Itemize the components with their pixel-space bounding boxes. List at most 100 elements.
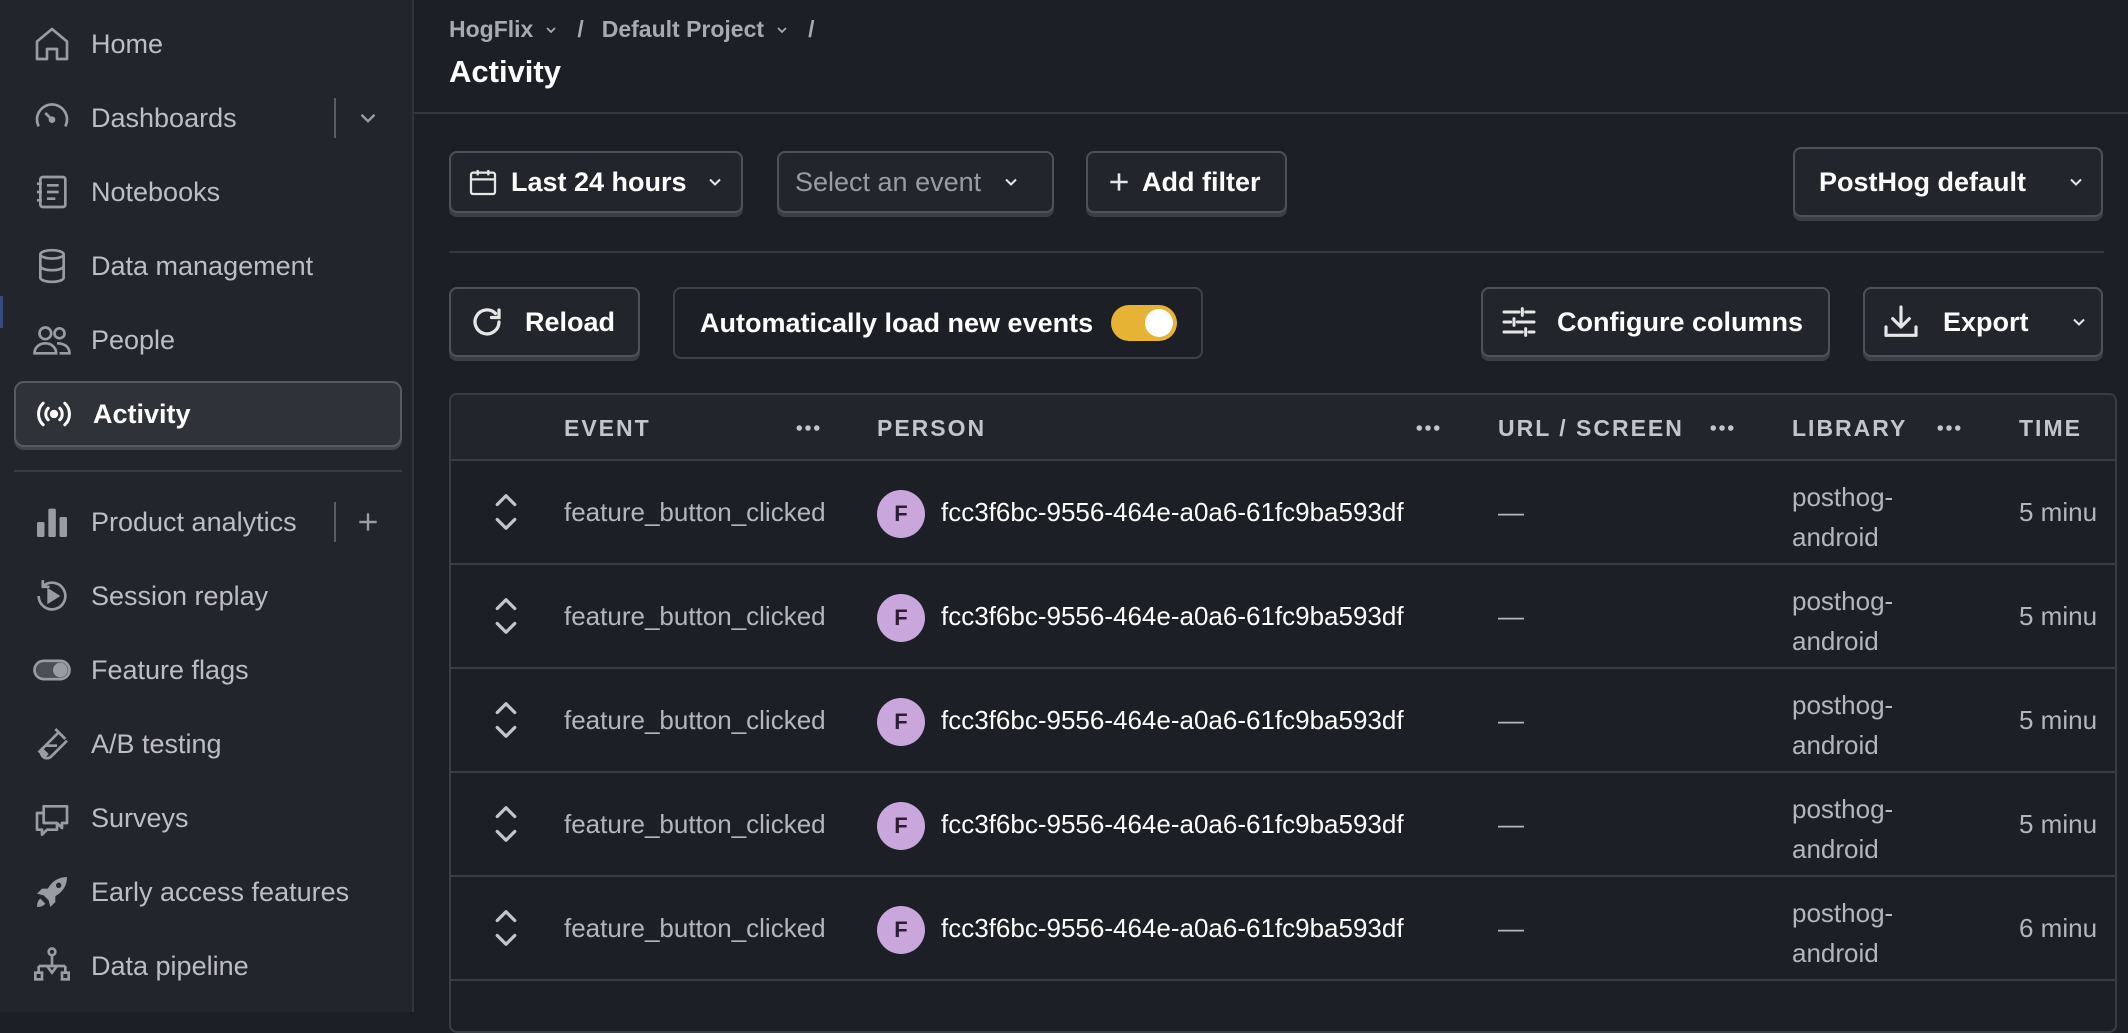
- auto-load-toggle[interactable]: Automatically load new events: [673, 287, 1203, 359]
- avatar: F: [877, 490, 925, 538]
- sidebar-item-notebooks[interactable]: Notebooks: [14, 159, 402, 225]
- column-header-url-screen[interactable]: URL / SCREEN: [1498, 395, 1684, 461]
- column-header-time[interactable]: TIME: [2019, 395, 2082, 461]
- column-header-library[interactable]: LIBRARY: [1792, 395, 1907, 461]
- activity-broadcast-icon: [30, 390, 78, 438]
- table-row[interactable]: feature_button_clicked F fcc3f6bc-9556-4…: [451, 773, 2115, 877]
- event-time: 5 minu: [2019, 809, 2098, 839]
- expand-row-icon[interactable]: [491, 905, 521, 951]
- reload-button[interactable]: Reload: [449, 287, 640, 357]
- event-time: 5 minu: [2019, 601, 2098, 631]
- sidebar-item-early-access[interactable]: Early access features: [14, 859, 402, 925]
- dashboards-expand-button[interactable]: [348, 98, 388, 138]
- person-id[interactable]: fcc3f6bc-9556-464e-a0a6-61fc9ba593df: [941, 705, 1404, 736]
- more-icon[interactable]: [1707, 413, 1737, 443]
- sidebar-item-ab-testing[interactable]: A/B testing: [14, 711, 402, 777]
- date-range-button[interactable]: Last 24 hours: [449, 151, 743, 213]
- person-id[interactable]: fcc3f6bc-9556-464e-a0a6-61fc9ba593df: [941, 601, 1404, 632]
- sidebar-item-label: Dashboards: [91, 102, 237, 133]
- sidebar-item-label: Product analytics: [91, 506, 297, 537]
- event-select[interactable]: Select an event: [777, 151, 1054, 213]
- dashboard-gauge-icon: [28, 94, 76, 142]
- expand-row-icon[interactable]: [491, 489, 521, 535]
- url-screen: —: [1498, 809, 1524, 839]
- test-account-filter-button[interactable]: PostHog default: [1793, 147, 2103, 217]
- event-name[interactable]: feature_button_clicked: [564, 705, 826, 736]
- sidebar-item-feature-flags[interactable]: Feature flags: [14, 637, 402, 703]
- auto-load-switch[interactable]: [1111, 305, 1178, 341]
- breadcrumb-org[interactable]: HogFlix: [449, 16, 533, 43]
- sidebar-item-label: A/B testing: [91, 728, 222, 759]
- configure-columns-button[interactable]: Configure columns: [1481, 287, 1830, 357]
- sidebar-item-label: Feature flags: [91, 654, 249, 685]
- expand-row-icon[interactable]: [491, 593, 521, 639]
- library-line: posthog-: [1792, 898, 1894, 928]
- sidebar-divider: [14, 470, 402, 472]
- plus-icon: [1110, 173, 1128, 191]
- event-name[interactable]: feature_button_clicked: [564, 497, 826, 528]
- table-header: EVENT PERSON URL / SCREEN LIBRARY TIME: [451, 395, 2115, 461]
- avatar: F: [877, 698, 925, 746]
- sidebar-item-data-management[interactable]: Data management: [14, 233, 402, 299]
- sidebar: Home Dashboards Notebooks Data managemen…: [0, 0, 414, 1012]
- expand-row-icon[interactable]: [491, 697, 521, 743]
- auto-load-label: Automatically load new events: [700, 307, 1094, 338]
- sidebar-edge-marker: [0, 296, 3, 328]
- library: posthog-android: [1792, 789, 1932, 869]
- home-icon: [28, 20, 76, 68]
- sidebar-item-label: Activity: [93, 398, 191, 429]
- switch-knob: [1145, 309, 1174, 337]
- expand-row-icon[interactable]: [491, 801, 521, 847]
- chevron-down-icon[interactable]: [543, 22, 559, 38]
- person-id[interactable]: fcc3f6bc-9556-464e-a0a6-61fc9ba593df: [941, 497, 1404, 528]
- sidebar-item-label: Home: [91, 28, 164, 59]
- breadcrumb: HogFlix / Default Project /: [449, 16, 832, 43]
- add-filter-label: Add filter: [1142, 166, 1261, 197]
- event-name[interactable]: feature_button_clicked: [564, 601, 826, 632]
- table-row[interactable]: feature_button_clicked F fcc3f6bc-9556-4…: [451, 461, 2115, 565]
- library-line: android: [1792, 522, 1879, 552]
- replay-icon: [28, 572, 76, 620]
- sidebar-item-label: Data management: [91, 250, 314, 281]
- plus-icon: [359, 513, 377, 531]
- library-line: posthog-: [1792, 794, 1894, 824]
- divider: [334, 98, 336, 138]
- event-name[interactable]: feature_button_clicked: [564, 809, 826, 840]
- header-divider: [414, 112, 2128, 114]
- breadcrumb-project[interactable]: Default Project: [602, 16, 764, 43]
- event-name[interactable]: feature_button_clicked: [564, 913, 826, 944]
- sidebar-item-dashboards[interactable]: Dashboards: [14, 85, 402, 151]
- sidebar-item-home[interactable]: Home: [14, 11, 402, 77]
- add-filter-button[interactable]: Add filter: [1086, 151, 1287, 213]
- sliders-icon: [1502, 307, 1536, 337]
- person-id[interactable]: fcc3f6bc-9556-464e-a0a6-61fc9ba593df: [941, 913, 1404, 944]
- export-label: Export: [1943, 306, 2029, 337]
- chevron-down-icon[interactable]: [774, 22, 790, 38]
- toggle-icon: [28, 646, 76, 694]
- sidebar-item-activity[interactable]: Activity: [14, 381, 402, 447]
- library-line: android: [1792, 626, 1879, 656]
- sidebar-item-session-replay[interactable]: Session replay: [14, 563, 402, 629]
- column-header-event[interactable]: EVENT: [564, 395, 651, 461]
- more-icon[interactable]: [1934, 413, 1964, 443]
- library-line: posthog-: [1792, 586, 1894, 616]
- url-screen: —: [1498, 913, 1524, 943]
- table-row[interactable]: feature_button_clicked F fcc3f6bc-9556-4…: [451, 877, 2115, 981]
- export-button[interactable]: Export: [1863, 287, 2103, 357]
- url-screen: —: [1498, 497, 1524, 527]
- more-icon[interactable]: [793, 413, 823, 443]
- column-header-person[interactable]: PERSON: [877, 395, 986, 461]
- person-id[interactable]: fcc3f6bc-9556-464e-a0a6-61fc9ba593df: [941, 809, 1404, 840]
- table-row[interactable]: feature_button_clicked F fcc3f6bc-9556-4…: [451, 565, 2115, 669]
- test-account-filter-label: PostHog default: [1819, 166, 2026, 197]
- chevron-down-icon: [2070, 178, 2082, 186]
- sidebar-item-surveys[interactable]: Surveys: [14, 785, 402, 851]
- sidebar-item-data-pipeline[interactable]: Data pipeline: [14, 933, 402, 999]
- library-line: android: [1792, 834, 1879, 864]
- more-icon[interactable]: [1413, 413, 1443, 443]
- table-row[interactable]: feature_button_clicked F fcc3f6bc-9556-4…: [451, 669, 2115, 773]
- database-icon: [28, 242, 76, 290]
- sidebar-item-people[interactable]: People: [14, 307, 402, 373]
- new-insight-button[interactable]: [348, 502, 388, 542]
- sidebar-item-product-analytics[interactable]: Product analytics: [14, 489, 402, 555]
